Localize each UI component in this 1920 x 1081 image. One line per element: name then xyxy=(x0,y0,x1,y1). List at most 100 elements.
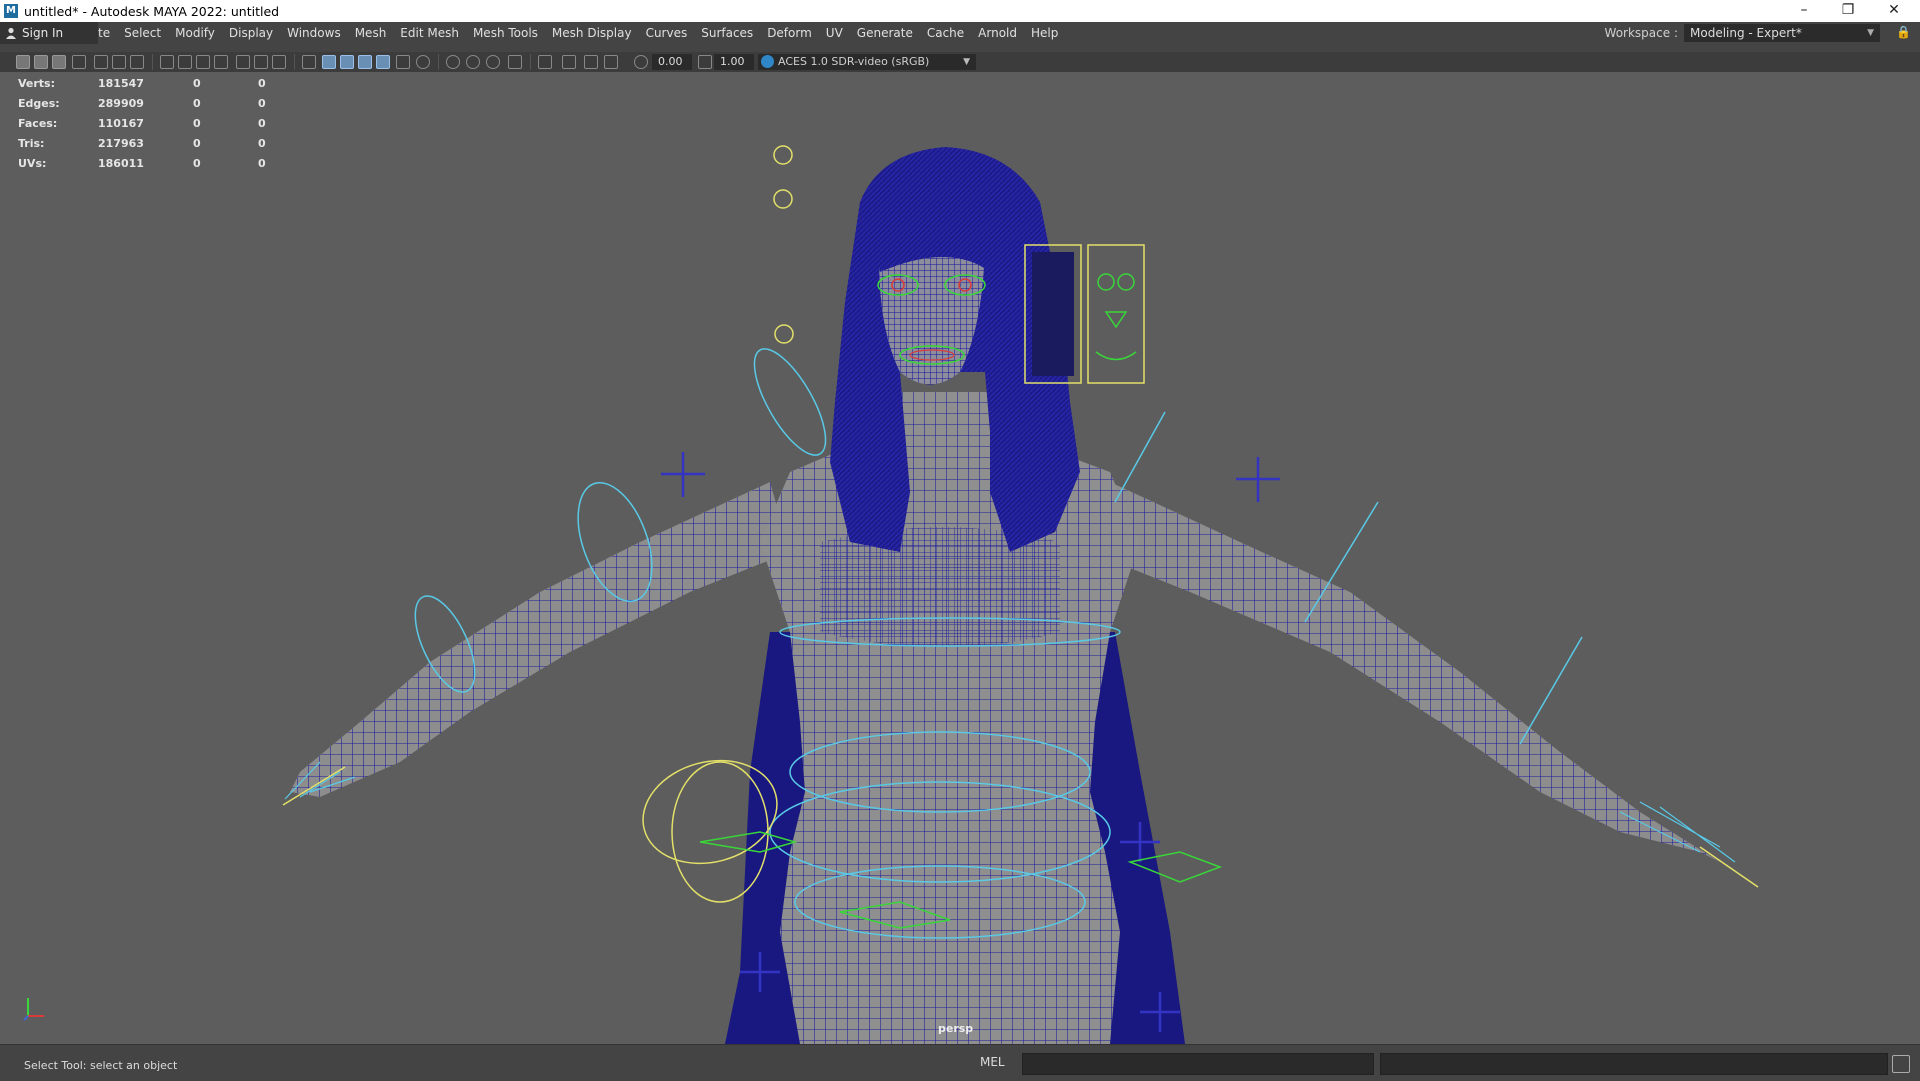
restore-icon[interactable]: ❐ xyxy=(1826,0,1870,22)
command-result-field xyxy=(1380,1053,1888,1075)
hud-uv: 0 xyxy=(258,157,266,170)
user-icon xyxy=(6,27,16,39)
hud-row-tris: Tris: 217963 0 0 xyxy=(18,134,278,154)
wireframe-icon[interactable] xyxy=(302,55,316,69)
sign-in-button[interactable]: Sign In xyxy=(0,22,98,44)
workspace-value: Modeling - Expert* xyxy=(1690,26,1802,40)
menu-partial[interactable]: te xyxy=(96,26,117,40)
xray-joints-icon[interactable] xyxy=(562,55,576,69)
camera-mode-icon[interactable] xyxy=(604,55,618,69)
gate-mask-icon[interactable] xyxy=(214,55,228,69)
bookmarks-icon[interactable] xyxy=(52,55,66,69)
safe-action-icon[interactable] xyxy=(254,55,268,69)
2d-pan-zoom-icon[interactable] xyxy=(94,55,108,69)
menu-uv[interactable]: UV xyxy=(819,26,850,40)
exposure-icon[interactable] xyxy=(634,55,648,69)
persp-viewport[interactable]: Verts: 181547 0 0 Edges: 289909 0 0 Face… xyxy=(0,72,1920,1044)
menu-edit-mesh[interactable]: Edit Mesh xyxy=(393,26,466,40)
face-panel-mouth xyxy=(1095,351,1137,361)
menu-arnold[interactable]: Arnold xyxy=(971,26,1024,40)
menu-mesh-display[interactable]: Mesh Display xyxy=(545,26,639,40)
workspace-dropdown[interactable]: Modeling - Expert* ▼ xyxy=(1684,24,1880,42)
face-panel-nose xyxy=(1104,311,1128,329)
view-axis-icon xyxy=(23,998,44,1021)
hud-value: 181547 xyxy=(98,77,144,90)
wireframe-on-shaded-icon[interactable] xyxy=(340,55,354,69)
aux-control-1 xyxy=(773,145,793,165)
hud-value: 186011 xyxy=(98,157,144,170)
smooth-shade-icon[interactable] xyxy=(322,55,336,69)
menu-generate[interactable]: Generate xyxy=(850,26,920,40)
hud-label: Edges: xyxy=(18,97,60,110)
wrist-control-right xyxy=(1519,636,1583,745)
left-arm-wire xyxy=(290,482,790,797)
hand-ik-right xyxy=(1699,846,1759,888)
hud-label: Tris: xyxy=(18,137,45,150)
hud-uv: 0 xyxy=(258,97,266,110)
menu-modify[interactable]: Modify xyxy=(168,26,222,40)
title-bar: M untitled* - Autodesk MAYA 2022: untitl… xyxy=(0,0,1920,22)
menu-help[interactable]: Help xyxy=(1024,26,1065,40)
select-camera-icon[interactable] xyxy=(16,55,30,69)
maya-app-icon: M xyxy=(4,4,18,18)
menu-deform[interactable]: Deform xyxy=(760,26,819,40)
color-space-dropdown[interactable]: ACES 1.0 SDR-video (sRGB) ▼ xyxy=(758,54,976,70)
use-all-lights-icon[interactable] xyxy=(376,55,390,69)
hud-row-edges: Edges: 289909 0 0 xyxy=(18,94,278,114)
textured-icon[interactable] xyxy=(358,55,372,69)
isolate-select-icon[interactable] xyxy=(538,55,552,69)
menu-display[interactable]: Display xyxy=(222,26,280,40)
xray-icon[interactable] xyxy=(416,55,430,69)
shoulder-control-left xyxy=(753,348,827,456)
gamma-field[interactable]: 1.00 xyxy=(714,54,754,70)
hud-row-uvs: UVs: 186011 0 0 xyxy=(18,154,278,174)
grid-icon[interactable] xyxy=(160,55,174,69)
menu-surfaces[interactable]: Surfaces xyxy=(694,26,760,40)
hud-uv: 0 xyxy=(258,117,266,130)
depth-of-field-icon[interactable] xyxy=(508,55,522,69)
gamma-icon[interactable] xyxy=(698,55,712,69)
menu-select[interactable]: Select xyxy=(117,26,168,40)
hud-row-faces: Faces: 110167 0 0 xyxy=(18,114,278,134)
menu-mesh-tools[interactable]: Mesh Tools xyxy=(466,26,545,40)
resolution-gate-icon[interactable] xyxy=(196,55,210,69)
camera-attributes-icon[interactable] xyxy=(34,55,48,69)
aux-control-3 xyxy=(774,324,794,344)
sign-in-label: Sign In xyxy=(22,26,64,40)
image-plane-icon[interactable] xyxy=(72,55,86,69)
shadows-icon[interactable] xyxy=(396,55,410,69)
toolbar-divider xyxy=(294,54,295,70)
command-line-input[interactable] xyxy=(1022,1053,1374,1075)
menu-curves[interactable]: Curves xyxy=(639,26,695,40)
anti-aliasing-icon[interactable] xyxy=(486,55,500,69)
toolbar-divider xyxy=(152,54,153,70)
safe-title-icon[interactable] xyxy=(272,55,286,69)
menu-list: te Select Modify Display Windows Mesh Ed… xyxy=(96,22,1065,44)
panel-toolbar: 0.00 1.00 ACES 1.0 SDR-video (sRGB) ▼ xyxy=(0,52,1920,72)
menu-windows[interactable]: Windows xyxy=(280,26,348,40)
xray-active-icon[interactable] xyxy=(584,55,598,69)
ambient-occlusion-icon[interactable] xyxy=(446,55,460,69)
field-chart-icon[interactable] xyxy=(236,55,250,69)
exposure-field[interactable]: 0.00 xyxy=(652,54,692,70)
menu-cache[interactable]: Cache xyxy=(920,26,971,40)
lock-icon[interactable]: 🔒 xyxy=(1896,25,1911,41)
minimize-icon[interactable]: – xyxy=(1782,0,1826,22)
motion-blur-icon[interactable] xyxy=(466,55,480,69)
grease-pencil-icon[interactable] xyxy=(112,55,126,69)
film-gate-icon[interactable] xyxy=(178,55,192,69)
menu-mesh[interactable]: Mesh xyxy=(348,26,394,40)
torso-wire xyxy=(760,392,1140,1044)
shoulder-control-right xyxy=(1114,411,1166,503)
face-panel-eye-right xyxy=(1117,273,1135,291)
character-rig-scene xyxy=(282,145,1759,1044)
right-arm-wire xyxy=(1090,482,1740,872)
brush-icon[interactable] xyxy=(130,55,144,69)
color-management-icon xyxy=(761,55,774,68)
script-editor-icon[interactable] xyxy=(1892,1055,1910,1073)
chevron-down-icon: ▼ xyxy=(963,57,970,67)
hud-label: Verts: xyxy=(18,77,56,90)
mel-toggle-button[interactable]: MEL xyxy=(980,1055,1005,1069)
close-icon[interactable]: ✕ xyxy=(1872,0,1916,22)
hud-uv: 0 xyxy=(258,77,266,90)
